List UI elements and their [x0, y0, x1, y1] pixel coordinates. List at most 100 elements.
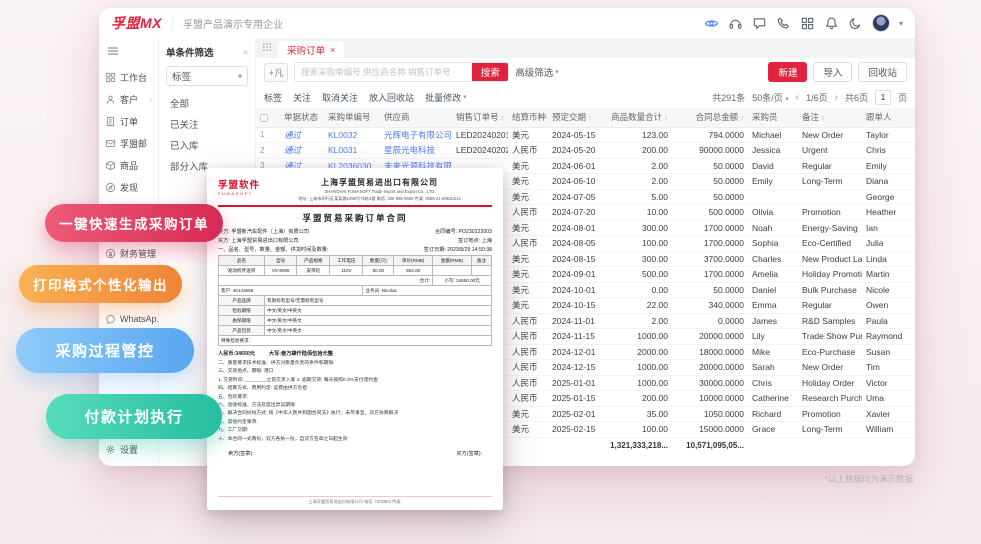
add-filter-chip[interactable]: +凡: [264, 62, 289, 82]
page-jump-suffix: 页: [897, 92, 907, 103]
column-header[interactable]: 预定交期 ↕: [548, 108, 606, 128]
table-cell: 人民币: [508, 359, 548, 376]
search-button[interactable]: 搜索: [472, 63, 509, 81]
table-cell: 2025-01-15: [548, 390, 606, 407]
tab-grid-icon[interactable]: [262, 39, 272, 57]
app-header: 孚盟MX 孚盟产品演示专用企业 ▾: [99, 8, 915, 38]
column-header[interactable]: 备注 ↕: [798, 108, 862, 128]
table-cell: 2024-10-15: [548, 297, 606, 314]
tab-purchase-orders[interactable]: 采购订单 ×: [278, 41, 345, 58]
page-jump-input[interactable]: [874, 89, 891, 105]
apps-grid-icon[interactable]: [800, 16, 815, 31]
contract-logo: 孚盟软件 FUMASOFT: [218, 180, 261, 196]
sort-icon[interactable]: ↕: [819, 113, 825, 122]
table-cell: David: [748, 158, 798, 174]
sidebar-item-finance[interactable]: 财务管理›: [99, 242, 158, 264]
chevron-down-icon[interactable]: ▾: [899, 19, 903, 28]
table-cell: LED20240201: [452, 127, 508, 143]
select-all-checkbox[interactable]: [260, 114, 268, 122]
filter-item[interactable]: 已入库: [166, 134, 248, 155]
import-button[interactable]: 导入: [813, 62, 853, 82]
theme-moon-icon[interactable]: [848, 16, 863, 31]
contract-goods-cell: VS-8008: [264, 265, 298, 276]
table-cell: [748, 189, 798, 205]
table-cell: 2024-10-01: [548, 282, 606, 298]
table-cell: 123.00: [606, 127, 672, 143]
sort-icon[interactable]: ↕: [662, 113, 668, 122]
sidebar-item-fumasoft-mail[interactable]: 孚盟邮: [99, 132, 158, 154]
supplier-link[interactable]: 星辰光电科技: [380, 142, 452, 159]
column-header[interactable]: 销售订单号 ↕: [452, 108, 508, 128]
table-cell: Owen: [862, 297, 915, 314]
toolbar-action[interactable]: 批量修改 ▾: [425, 91, 467, 104]
sidebar-item-settings[interactable]: 设置: [99, 438, 158, 460]
contract-goods-cell: 110V: [329, 265, 364, 276]
chat-message-icon[interactable]: [752, 16, 767, 31]
filter-item[interactable]: 已关注: [166, 113, 248, 134]
select-all-header[interactable]: [256, 108, 280, 128]
total-pages: 共6页: [844, 92, 868, 103]
table-cell: Research Purchase: [798, 390, 862, 407]
supplier-link[interactable]: 光辉电子有限公司: [380, 127, 452, 143]
sort-icon[interactable]: ↕: [738, 113, 744, 122]
next-page-icon[interactable]: ›: [835, 92, 838, 103]
phone-icon[interactable]: [776, 16, 791, 31]
table-cell: 5.00: [606, 189, 672, 205]
sidebar-item-workbench[interactable]: 工作台: [99, 66, 158, 88]
contract-goods-cell: 客户: 45143565: [217, 285, 364, 296]
notification-bell-icon[interactable]: [824, 16, 839, 31]
sidebar-item-products[interactable]: 商品: [99, 154, 158, 176]
toolbar-action[interactable]: 放入回收站: [369, 91, 414, 104]
toolbar-action[interactable]: 标签: [264, 91, 282, 104]
contract-goods-header: 产品规格: [296, 255, 331, 266]
sidebar-collapse-icon[interactable]: [99, 41, 158, 66]
column-header[interactable]: 商品数量合计 ↕: [606, 108, 672, 128]
orders-icon: [106, 116, 115, 126]
table-row[interactable]: 2 通过 KL0031 星辰光电科技 LED20240202 人民币 2024-05-20 2…: [256, 142, 915, 159]
sidebar-item-discover[interactable]: 发现: [99, 176, 158, 198]
contract-clause: 1. 交货时间: ________之前交货入库 2. 逾期交货: 每天按照0.3…: [218, 377, 378, 383]
sort-icon[interactable]: ↕: [499, 113, 505, 122]
table-cell: 500.00: [606, 266, 672, 283]
advanced-filter-button[interactable]: 高级筛选 ▾: [515, 65, 559, 79]
preview-eye-icon[interactable]: [704, 16, 719, 31]
recycle-bin-button[interactable]: 回收站: [858, 62, 907, 82]
workbench-icon: [105, 72, 116, 82]
table-cell: Emily: [748, 173, 798, 190]
sidebar-item-whatsapp[interactable]: WhatsAp...: [99, 308, 158, 330]
pagination: 共291条 50条/页 ▾ ‹ 1/6页 › 共6页 页: [712, 89, 907, 105]
toolbar-action[interactable]: 关注: [293, 91, 311, 104]
sort-icon[interactable]: ↕: [586, 113, 592, 122]
support-headset-icon[interactable]: [728, 16, 743, 31]
user-avatar[interactable]: [871, 14, 890, 32]
table-cell: 美元: [508, 158, 548, 174]
table-cell: 人民币: [508, 142, 548, 159]
table-cell: 300.00: [606, 251, 672, 267]
whatsapp-icon: [106, 314, 115, 324]
sidebar-item-customer[interactable]: 客户 ›: [99, 88, 158, 110]
table-cell: 2024-11-01: [548, 313, 606, 329]
page-size-select[interactable]: 50条/页 ▾: [752, 91, 789, 104]
filter-collapse-icon[interactable]: «: [243, 47, 248, 57]
filter-field-select[interactable]: 标签 ▾: [166, 66, 248, 86]
prev-page-icon[interactable]: ‹: [796, 92, 799, 103]
chevron-down-icon: ▾: [237, 71, 242, 81]
contract-document: 孚盟软件 FUMASOFT 上海孚盟贸易进出口有限公司 SHANGHAI FUM…: [207, 168, 503, 510]
toolbar-action[interactable]: 取消关注: [322, 91, 358, 104]
column-header[interactable]: 合同总金额 ↕: [672, 108, 748, 128]
table-cell: 2025-01-01: [548, 375, 606, 391]
table-cell: 10000.0000: [672, 390, 748, 407]
filter-item[interactable]: 全部: [166, 92, 248, 113]
create-button[interactable]: 新建: [768, 62, 808, 82]
po-number-link[interactable]: KL0032: [324, 127, 380, 143]
table-row[interactable]: 1 通过 KL0032 光辉电子有限公司 LED20240201 美元 2024-05-15…: [256, 127, 915, 143]
table-cell: 2024-05-15: [548, 127, 606, 143]
close-tab-icon[interactable]: ×: [330, 45, 335, 55]
table-cell: Michael: [748, 127, 798, 143]
sidebar-item-orders[interactable]: 订单: [99, 110, 158, 132]
table-cell: 22.00: [606, 297, 672, 314]
po-number-link[interactable]: KL0031: [324, 142, 380, 159]
search-input[interactable]: [295, 63, 473, 81]
table-cell: Regular: [798, 158, 862, 174]
products-icon: [105, 160, 116, 170]
